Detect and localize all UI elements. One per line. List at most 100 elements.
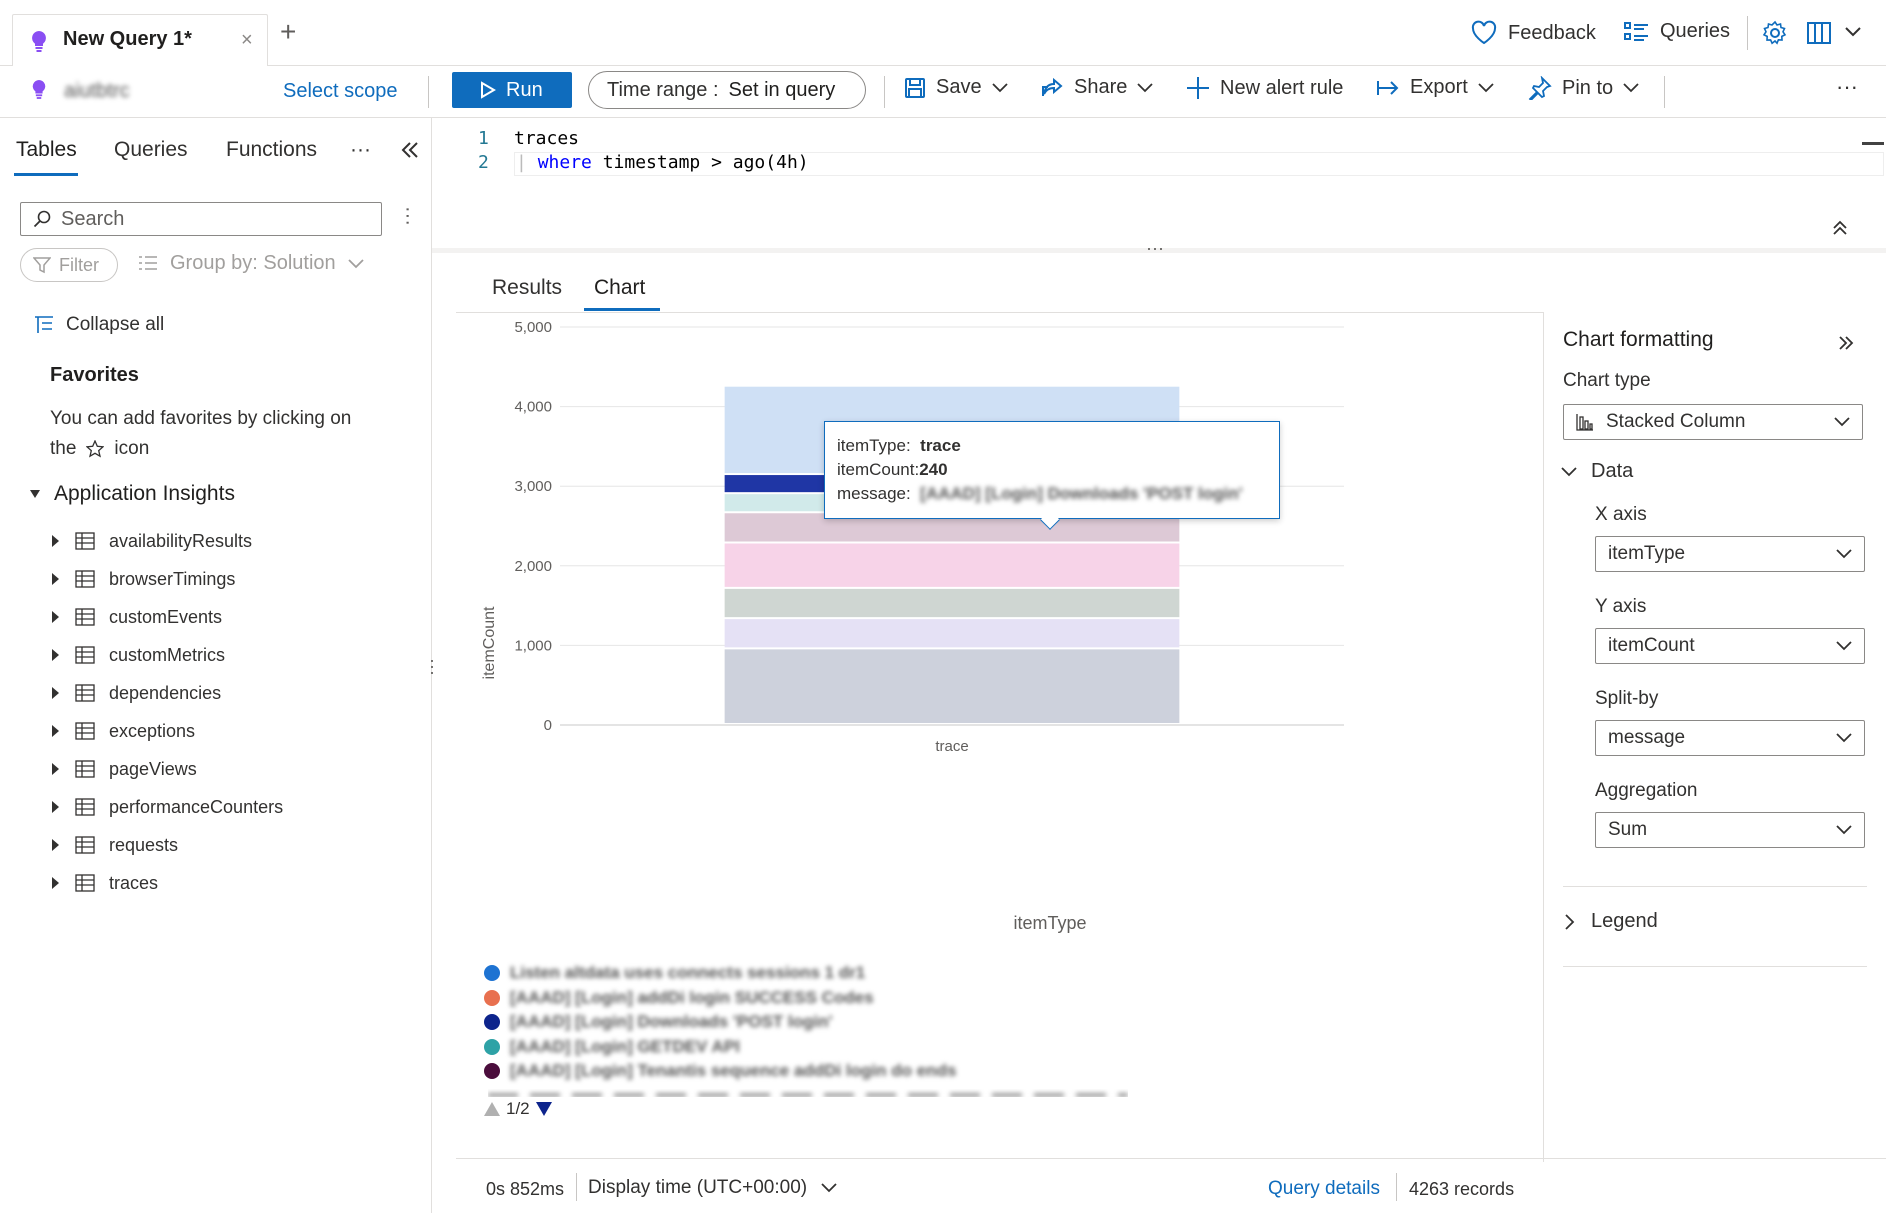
section-application-insights[interactable]: Application Insights (30, 482, 235, 506)
time-range-picker[interactable]: Time range : Set in query (588, 71, 866, 109)
divider (1396, 1173, 1397, 1201)
split-by-dropdown[interactable]: message (1595, 720, 1865, 756)
chevron-down-icon (1834, 417, 1850, 427)
book-icon[interactable] (1806, 20, 1832, 46)
settings-gear-icon[interactable] (1762, 20, 1788, 46)
table-item[interactable]: traces (52, 866, 158, 900)
caret-right-icon (52, 611, 59, 623)
pager-up-triangle-icon[interactable] (484, 1102, 500, 1116)
query-tab-bar: New Query 1* × + Feedback Queries (0, 0, 1886, 66)
table-item[interactable]: pageViews (52, 752, 197, 786)
tab-functions[interactable]: Functions (226, 138, 317, 162)
save-button[interactable]: Save (904, 76, 1008, 99)
queries-button[interactable]: Queries (1624, 20, 1730, 43)
caret-right-icon (52, 763, 59, 775)
legend-color-dot (484, 1038, 500, 1055)
export-button[interactable]: Export (1376, 76, 1494, 99)
query-editor[interactable]: 1 2 traces | where timestamp > ago(4h) (432, 118, 1886, 248)
legend-item[interactable]: [AAAD] [Login] GETDEV API (484, 1035, 1184, 1060)
chart-type-label: Chart type (1563, 370, 1651, 391)
bar-segment[interactable] (724, 588, 1180, 618)
legend-label: [AAAD] [Login] Downloads 'POST login' (510, 1012, 833, 1032)
chevron-down-icon (1478, 82, 1494, 93)
chart-type-dropdown[interactable]: Stacked Column (1563, 404, 1863, 440)
lightbulb-icon (30, 78, 48, 100)
chart-legend: Listen altdata uses connects sessions 1 … (484, 961, 1184, 1084)
chart-x-labels: trace (935, 738, 968, 755)
table-item[interactable]: customMetrics (52, 638, 225, 672)
more-tabs-button[interactable]: ··· (350, 138, 371, 162)
chart-y-ticks: 0 1,000 2,000 3,000 4,000 5,000 (514, 319, 552, 734)
run-button[interactable]: Run (452, 72, 572, 108)
tab-results[interactable]: Results (492, 276, 562, 300)
table-name: requests (109, 834, 179, 855)
panel-resize-handle[interactable]: ··· (423, 658, 443, 676)
divider (1664, 76, 1665, 108)
table-item[interactable]: dependencies (52, 676, 221, 710)
chart-tooltip: itemType: trace itemCount:240 message: [… (824, 421, 1280, 530)
tooltip-value: trace (920, 436, 961, 455)
aggregation-value: Sum (1608, 819, 1648, 840)
filter-button[interactable]: Filter (20, 248, 118, 282)
table-icon (75, 532, 95, 550)
table-item[interactable]: browserTimings (52, 562, 235, 596)
table-item[interactable]: customEvents (52, 600, 222, 634)
plus-icon (1186, 76, 1210, 100)
expand-panel-icon[interactable] (1837, 334, 1855, 352)
table-item[interactable]: availabilityResults (52, 524, 252, 558)
chart-type-value: Stacked Column (1606, 411, 1746, 432)
legend-section-header[interactable]: Legend (1565, 910, 1658, 933)
pin-icon (1528, 76, 1552, 100)
feedback-button[interactable]: Feedback (1470, 20, 1596, 46)
new-alert-rule-button[interactable]: New alert rule (1186, 76, 1343, 100)
tab-tables[interactable]: Tables (16, 138, 77, 162)
table-item[interactable]: performanceCounters (52, 790, 283, 824)
query-details-link[interactable]: Query details (1268, 1178, 1380, 1200)
table-name: customEvents (109, 606, 223, 627)
chevron-down-icon (1836, 825, 1852, 835)
x-axis-dropdown[interactable]: itemType (1595, 536, 1865, 572)
pager-down-triangle-icon[interactable] (535, 1102, 552, 1116)
group-by-dropdown[interactable]: Group by: Solution (138, 252, 364, 275)
pin-to-label: Pin to (1562, 76, 1614, 99)
aggregation-dropdown[interactable]: Sum (1595, 812, 1865, 848)
tab-chart[interactable]: Chart (594, 276, 645, 300)
collapse-editor-icon[interactable] (1832, 220, 1848, 236)
search-input[interactable]: Search (20, 202, 382, 236)
legend-pager: 1/2 (484, 1099, 552, 1119)
y-axis-label: Y axis (1595, 596, 1647, 617)
collapse-all-button[interactable]: Collapse all (34, 314, 164, 336)
table-item[interactable]: requests (52, 828, 178, 862)
feedback-label: Feedback (1508, 21, 1596, 44)
legend-color-dot (484, 965, 500, 982)
display-time-dropdown[interactable]: Display time (UTC+00:00) (588, 1177, 837, 1199)
queries-label: Queries (1660, 20, 1731, 42)
select-scope-link[interactable]: Select scope (283, 80, 398, 103)
query-tab[interactable]: New Query 1* × (12, 14, 268, 66)
splitter-grip-icon[interactable]: ··· (1146, 238, 1164, 259)
collapse-panel-icon[interactable] (400, 140, 420, 160)
bar-segment[interactable] (724, 543, 1180, 587)
chart-area: 0 1,000 2,000 3,000 4,000 5,000 trace itemCou… (456, 312, 1544, 1162)
search-options-icon[interactable]: ··· (397, 206, 419, 226)
table-icon (75, 646, 95, 664)
legend-item[interactable]: [AAAD] [Login] Downloads 'POST login' (484, 1010, 1184, 1035)
bar-segment[interactable] (724, 649, 1180, 723)
legend-label: [AAAD] [Login] Tenantis sequence addDi l… (510, 1061, 957, 1081)
table-item[interactable]: exceptions (52, 714, 195, 748)
legend-item[interactable]: [AAAD] [Login] addDi login SUCCESS Codes (484, 986, 1184, 1011)
add-tab-button[interactable]: + (280, 18, 296, 46)
tab-queries[interactable]: Queries (114, 138, 188, 162)
y-tick-label: 1,000 (514, 637, 552, 654)
chevron-down-icon[interactable] (1844, 26, 1862, 38)
legend-item[interactable]: Listen altdata uses connects sessions 1 … (484, 961, 1184, 986)
y-axis-dropdown[interactable]: itemCount (1595, 628, 1865, 664)
tooltip-item-type: itemType: trace (837, 434, 1267, 458)
more-options-button[interactable]: ··· (1836, 74, 1858, 100)
bar-segment[interactable] (724, 619, 1180, 648)
data-section-header[interactable]: Data (1561, 460, 1633, 483)
legend-item[interactable]: [AAAD] [Login] Tenantis sequence addDi l… (484, 1059, 1184, 1084)
close-tab-icon[interactable]: × (241, 29, 253, 52)
share-button[interactable]: Share (1040, 76, 1154, 99)
pin-to-button[interactable]: Pin to (1528, 76, 1639, 100)
